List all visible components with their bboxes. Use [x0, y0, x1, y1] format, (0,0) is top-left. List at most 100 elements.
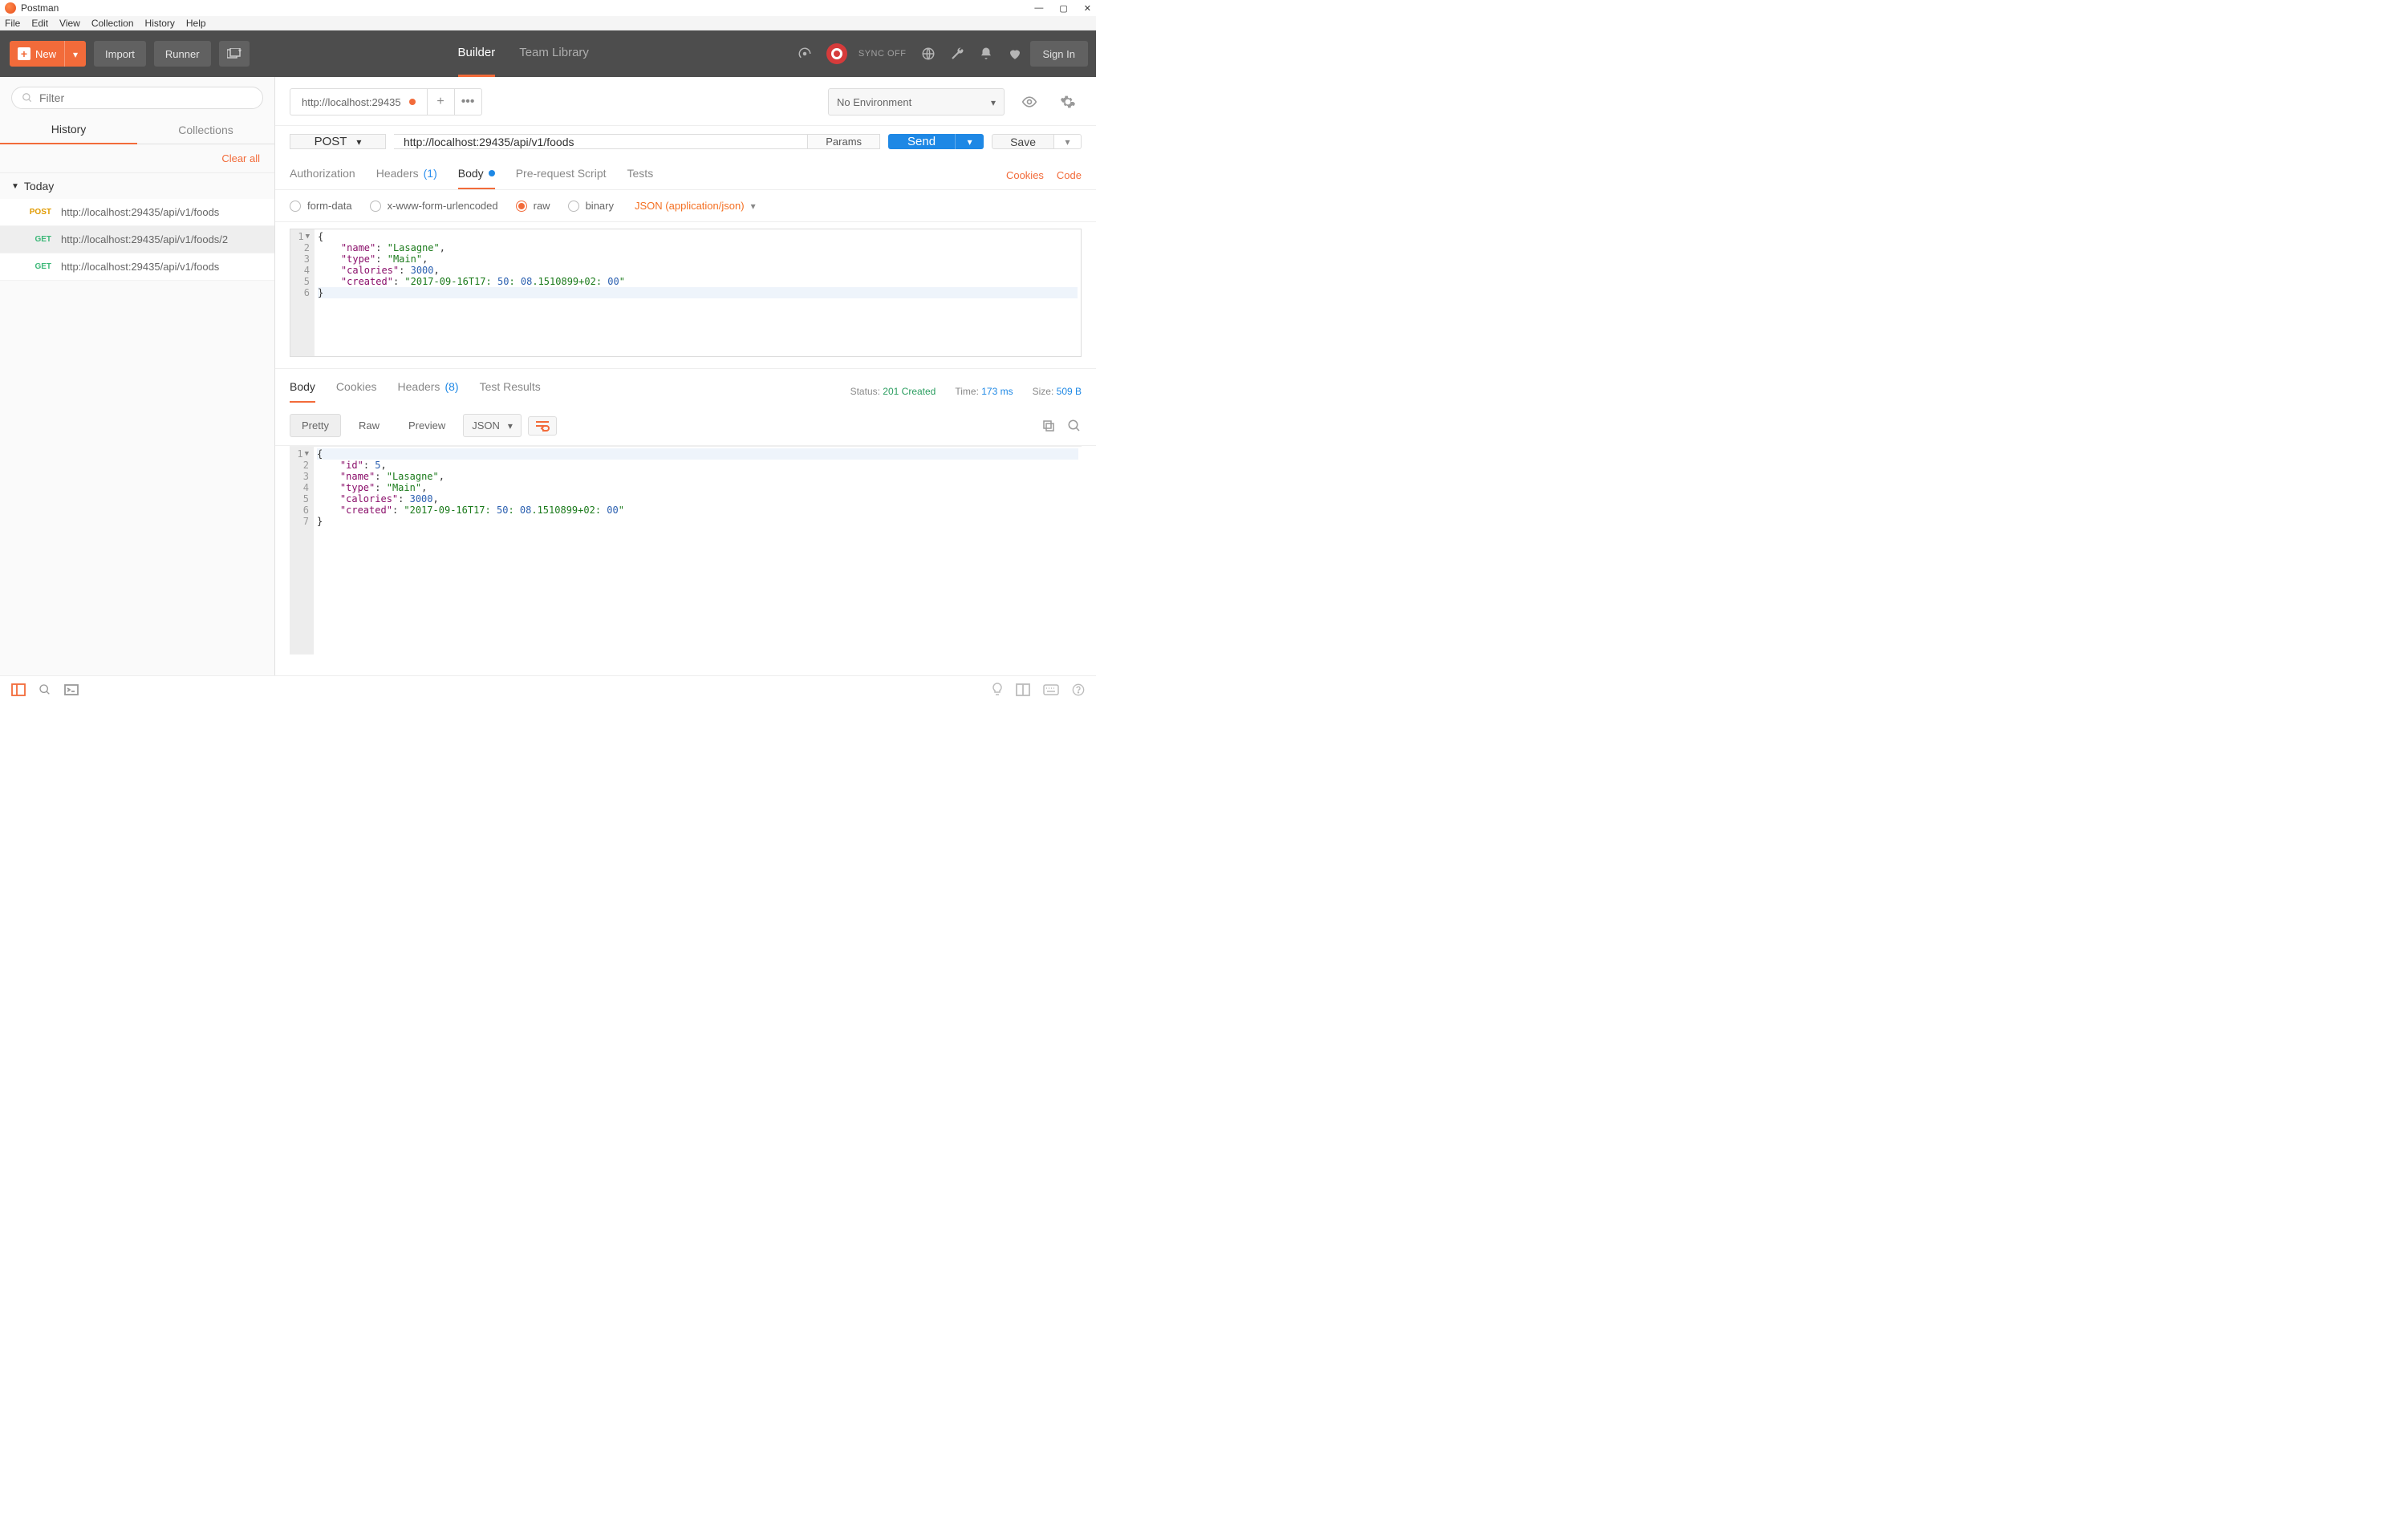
body-type-raw[interactable]: raw [516, 200, 550, 212]
new-button-label: New [35, 48, 56, 60]
unsaved-dot-icon [409, 99, 416, 105]
body-type-binary[interactable]: binary [568, 200, 614, 212]
close-button[interactable]: ✕ [1084, 3, 1091, 14]
menu-history[interactable]: History [145, 18, 175, 29]
modified-dot-icon [489, 170, 495, 176]
menu-view[interactable]: View [59, 18, 80, 29]
main-toolbar: + New Import Runner ▾ Builder Team Libra… [0, 30, 1096, 77]
method-select[interactable]: POST [290, 134, 386, 149]
sidebar: History Collections Clear all ▼ Today PO… [0, 77, 275, 675]
content-type-select[interactable]: JSON (application/json) [635, 200, 756, 212]
add-tab-button[interactable]: + [428, 88, 455, 116]
subtab-headers[interactable]: Headers (1) [376, 160, 437, 189]
history-url: http://localhost:29435/api/v1/foods [61, 261, 219, 273]
settings-button[interactable] [1054, 88, 1082, 116]
tab-builder[interactable]: Builder [458, 30, 496, 77]
body-type-x-www-form-urlencoded[interactable]: x-www-form-urlencoded [370, 200, 498, 212]
resp-tab-body[interactable]: Body [290, 380, 315, 403]
history-item[interactable]: GEThttp://localhost:29435/api/v1/foods [0, 253, 274, 281]
environment-quicklook-button[interactable] [1016, 88, 1043, 116]
search-response-button[interactable] [1067, 419, 1082, 433]
svg-text:▾: ▾ [238, 48, 242, 55]
chevron-down-icon [356, 135, 361, 148]
chevron-down-icon: ▼ [11, 182, 19, 191]
sign-in-button[interactable]: Sign In [1030, 41, 1088, 67]
copy-response-button[interactable] [1041, 419, 1056, 433]
params-button[interactable]: Params [807, 135, 879, 148]
subtab-authorization[interactable]: Authorization [290, 160, 355, 189]
sidebar-tab-collections[interactable]: Collections [137, 116, 274, 144]
menu-edit[interactable]: Edit [31, 18, 48, 29]
globe-icon[interactable] [921, 47, 936, 61]
help-button[interactable] [1072, 683, 1085, 696]
response-body-editor[interactable]: 1 ▼234567 { "id": 5, "name": "Lasagne", … [290, 446, 1082, 654]
satellite-icon[interactable] [798, 47, 812, 61]
find-button[interactable] [39, 683, 51, 696]
tab-options-button[interactable]: ••• [455, 88, 482, 116]
save-button[interactable]: Save [992, 134, 1054, 149]
subtab-prerequest[interactable]: Pre-request Script [516, 160, 607, 189]
heart-icon[interactable] [1008, 47, 1022, 61]
import-button[interactable]: Import [94, 41, 146, 67]
resp-tab-tests[interactable]: Test Results [480, 380, 541, 403]
menubar: File Edit View Collection History Help [0, 16, 1096, 30]
view-raw[interactable]: Raw [347, 415, 391, 436]
cookies-link[interactable]: Cookies [1006, 169, 1044, 181]
maximize-button[interactable]: ▢ [1059, 3, 1067, 14]
save-dropdown[interactable] [1054, 134, 1082, 149]
search-icon [22, 92, 33, 103]
console-button[interactable] [64, 684, 79, 695]
clear-all-link[interactable]: Clear all [0, 144, 274, 173]
filter-input[interactable] [39, 91, 253, 104]
view-preview[interactable]: Preview [397, 415, 457, 436]
send-button[interactable]: Send [888, 134, 955, 149]
history-group-today[interactable]: ▼ Today [0, 173, 274, 199]
history-method: POST [27, 208, 51, 217]
history-item[interactable]: POSThttp://localhost:29435/api/v1/foods [0, 199, 274, 226]
bell-icon[interactable] [979, 47, 993, 61]
subtab-body[interactable]: Body [458, 160, 495, 189]
request-tab[interactable]: http://localhost:29435 [290, 88, 428, 116]
filter-input-wrap[interactable] [11, 87, 263, 109]
new-button[interactable]: + New [10, 41, 86, 67]
body-type-form-data[interactable]: form-data [290, 200, 352, 212]
chevron-down-icon [508, 419, 513, 432]
sidebar-tab-history[interactable]: History [0, 116, 137, 144]
subtab-tests[interactable]: Tests [627, 160, 654, 189]
menu-file[interactable]: File [5, 18, 20, 29]
resp-tab-headers[interactable]: Headers(8) [398, 380, 459, 403]
tab-team-library[interactable]: Team Library [519, 30, 589, 77]
history-item[interactable]: GET http://localhost:29435/api/v1/foods/2 [0, 226, 274, 253]
postman-logo-icon [5, 2, 16, 14]
resp-tab-cookies[interactable]: Cookies [336, 380, 377, 403]
chevron-down-icon [991, 96, 996, 108]
two-pane-button[interactable] [1016, 683, 1030, 696]
menu-help[interactable]: Help [186, 18, 206, 29]
sync-status-icon[interactable] [826, 43, 847, 64]
url-input[interactable]: http://localhost:29435/api/v1/foods [394, 135, 807, 148]
runner-button[interactable]: Runner [154, 41, 211, 67]
new-window-button[interactable]: ▾ [219, 41, 250, 67]
window-title: Postman [21, 2, 59, 14]
send-dropdown[interactable] [955, 134, 984, 149]
code-link[interactable]: Code [1057, 169, 1082, 181]
plus-icon: + [18, 47, 30, 60]
statusbar [0, 675, 1096, 703]
new-dropdown-caret[interactable] [65, 41, 86, 67]
response-lang-select[interactable]: JSON [463, 414, 522, 437]
main-area: http://localhost:29435 + ••• No Environm… [275, 77, 1096, 675]
history-url: http://localhost:29435/api/v1/foods/2 [61, 233, 228, 245]
wrap-lines-button[interactable] [528, 416, 557, 436]
keyboard-button[interactable] [1043, 684, 1059, 695]
response-meta: Status: 201 Created Time: 173 ms Size: 5… [850, 386, 1082, 397]
sidebar-toggle-button[interactable] [11, 683, 26, 696]
view-pretty[interactable]: Pretty [290, 414, 341, 437]
tips-button[interactable] [992, 683, 1003, 697]
request-body-editor[interactable]: 1 ▼23456 { "name": "Lasagne", "type": "M… [290, 229, 1082, 357]
history-method: GET [27, 235, 51, 244]
titlebar: Postman — ▢ ✕ [0, 0, 1096, 16]
environment-select[interactable]: No Environment [828, 88, 1005, 116]
menu-collection[interactable]: Collection [91, 18, 134, 29]
minimize-button[interactable]: — [1034, 3, 1043, 14]
wrench-icon[interactable] [950, 47, 964, 61]
